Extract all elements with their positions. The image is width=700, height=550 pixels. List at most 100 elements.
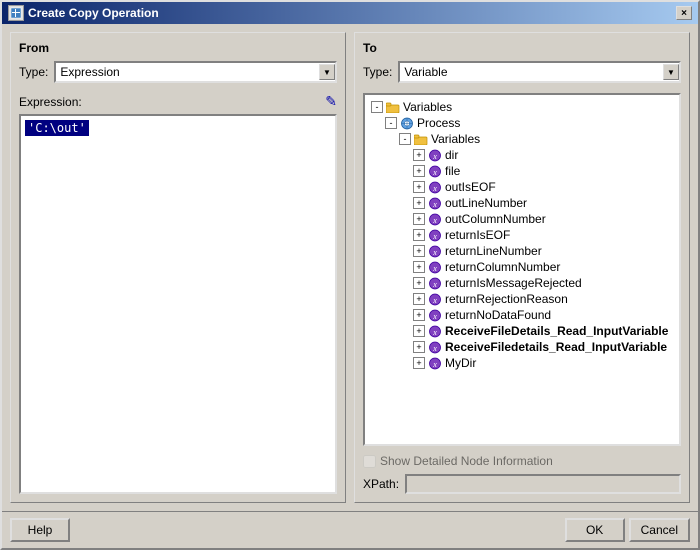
expand-variables-sub[interactable]: -	[399, 133, 411, 145]
help-button[interactable]: Help	[10, 518, 70, 542]
expand-outLineNumber[interactable]: +	[413, 197, 425, 209]
process-icon	[399, 116, 415, 130]
expression-box[interactable]: 'C:\out'	[19, 114, 337, 494]
tree-label-process: Process	[417, 116, 460, 130]
expand-ReceiveFiledetails[interactable]: +	[413, 341, 425, 353]
var-icon-file: x	[427, 164, 443, 178]
tree-item-MyDir[interactable]: + x MyDir	[413, 355, 675, 371]
svg-text:x: x	[432, 280, 437, 289]
tree-label-ReceiveFiledetails: ReceiveFiledetails_Read_InputVariable	[445, 340, 667, 354]
tree-item-outIsEOF[interactable]: + x outIsEOF	[413, 179, 675, 195]
tree-item-ReceiveFileDetails[interactable]: + x ReceiveFileDetails_Read_InputVariabl…	[413, 323, 675, 339]
window-title: Create Copy Operation	[28, 6, 159, 20]
tree-item-variables-root[interactable]: - Variables	[371, 99, 675, 115]
svg-text:x: x	[432, 344, 437, 353]
tree-item-outLineNumber[interactable]: + x outLineNumber	[413, 195, 675, 211]
tree-label-ReceiveFileDetails: ReceiveFileDetails_Read_InputVariable	[445, 324, 668, 338]
tree-item-returnIsMessageRejected[interactable]: + x returnIsMessageRejected	[413, 275, 675, 291]
tree-label-returnColumnNumber: returnColumnNumber	[445, 260, 560, 274]
var-icon-returnRejectionReason: x	[427, 292, 443, 306]
tree-item-variables-sub[interactable]: - Variables	[399, 131, 675, 147]
to-panel: To Type: Variable Expression Literal ▼ -	[354, 32, 690, 503]
tree-label-returnNoDataFound: returnNoDataFound	[445, 308, 551, 322]
var-icon-dir: x	[427, 148, 443, 162]
tree-item-ReceiveFiledetails[interactable]: + x ReceiveFiledetails_Read_InputVariabl…	[413, 339, 675, 355]
svg-text:x: x	[432, 184, 437, 193]
var-icon-returnIsEOF: x	[427, 228, 443, 242]
tree-item-file[interactable]: + x file	[413, 163, 675, 179]
var-icon-returnIsMessageRejected: x	[427, 276, 443, 290]
tree-label-outLineNumber: outLineNumber	[445, 196, 527, 210]
expand-returnLineNumber[interactable]: +	[413, 245, 425, 257]
tree-item-process[interactable]: - Process	[385, 115, 675, 131]
tree-label-outColumnNumber: outColumnNumber	[445, 212, 546, 226]
svg-text:x: x	[432, 152, 437, 161]
svg-text:x: x	[432, 328, 437, 337]
edit-icon[interactable]: ✎	[325, 93, 337, 110]
tree-item-returnColumnNumber[interactable]: + x returnColumnNumber	[413, 259, 675, 275]
folder-icon	[385, 101, 401, 113]
to-type-label: Type:	[363, 65, 392, 79]
var-icon-outColumnNumber: x	[427, 212, 443, 226]
to-title: To	[363, 41, 681, 55]
expand-ReceiveFileDetails[interactable]: +	[413, 325, 425, 337]
expand-file[interactable]: +	[413, 165, 425, 177]
close-button[interactable]: ×	[676, 6, 692, 20]
title-bar: Create Copy Operation ×	[2, 2, 698, 24]
tree-item-returnLineNumber[interactable]: + x returnLineNumber	[413, 243, 675, 259]
expression-value: 'C:\out'	[25, 120, 89, 136]
from-type-label: Type:	[19, 65, 48, 79]
tree-item-dir[interactable]: + x dir	[413, 147, 675, 163]
var-icon-ReceiveFileDetails: x	[427, 324, 443, 338]
window-icon	[8, 5, 24, 21]
bottom-bar: Help OK Cancel	[2, 511, 698, 548]
title-bar-left: Create Copy Operation	[8, 5, 159, 21]
expression-label: Expression:	[19, 95, 82, 109]
tree-label-dir: dir	[445, 148, 458, 162]
expand-returnNoDataFound[interactable]: +	[413, 309, 425, 321]
expand-outIsEOF[interactable]: +	[413, 181, 425, 193]
xpath-row: XPath:	[363, 474, 681, 494]
to-type-row: Type: Variable Expression Literal ▼	[363, 61, 681, 83]
svg-text:x: x	[432, 168, 437, 177]
content-area: From Type: Expression Variable Literal ▼…	[2, 24, 698, 511]
ok-button[interactable]: OK	[565, 518, 625, 542]
expand-dir[interactable]: +	[413, 149, 425, 161]
expand-returnIsMessageRejected[interactable]: +	[413, 277, 425, 289]
expand-process[interactable]: -	[385, 117, 397, 129]
from-type-select[interactable]: Expression Variable Literal	[54, 61, 337, 83]
var-icon-returnColumnNumber: x	[427, 260, 443, 274]
from-type-select-wrapper[interactable]: Expression Variable Literal ▼	[54, 61, 337, 83]
tree-item-returnRejectionReason[interactable]: + x returnRejectionReason	[413, 291, 675, 307]
expand-MyDir[interactable]: +	[413, 357, 425, 369]
var-icon-returnNoDataFound: x	[427, 308, 443, 322]
xpath-label: XPath:	[363, 477, 399, 491]
show-detailed-checkbox[interactable]	[363, 455, 376, 468]
tree-item-returnIsEOF[interactable]: + x returnIsEOF	[413, 227, 675, 243]
tree-label-MyDir: MyDir	[445, 356, 476, 370]
tree-container[interactable]: - Variables -	[363, 93, 681, 446]
tree-item-returnNoDataFound[interactable]: + x returnNoDataFound	[413, 307, 675, 323]
tree-label-returnIsEOF: returnIsEOF	[445, 228, 510, 242]
to-type-select[interactable]: Variable Expression Literal	[398, 61, 681, 83]
expand-outColumnNumber[interactable]: +	[413, 213, 425, 225]
cancel-button[interactable]: Cancel	[629, 518, 690, 542]
tree-item-outColumnNumber[interactable]: + x outColumnNumber	[413, 211, 675, 227]
var-icon-ReceiveFiledetails: x	[427, 340, 443, 354]
var-icon-outLineNumber: x	[427, 196, 443, 210]
folder-icon-sub	[413, 133, 429, 145]
svg-text:x: x	[432, 264, 437, 273]
expand-returnIsEOF[interactable]: +	[413, 229, 425, 241]
show-detailed-label: Show Detailed Node Information	[380, 454, 553, 468]
svg-text:x: x	[432, 312, 437, 321]
expression-label-row: Expression: ✎	[19, 93, 337, 110]
from-type-row: Type: Expression Variable Literal ▼	[19, 61, 337, 83]
main-window: Create Copy Operation × From Type: Expre…	[0, 0, 700, 550]
svg-text:x: x	[432, 360, 437, 369]
xpath-input[interactable]	[405, 474, 681, 494]
to-type-select-wrapper[interactable]: Variable Expression Literal ▼	[398, 61, 681, 83]
tree-label-returnRejectionReason: returnRejectionReason	[445, 292, 568, 306]
expand-returnRejectionReason[interactable]: +	[413, 293, 425, 305]
expand-returnColumnNumber[interactable]: +	[413, 261, 425, 273]
expand-variables-root[interactable]: -	[371, 101, 383, 113]
